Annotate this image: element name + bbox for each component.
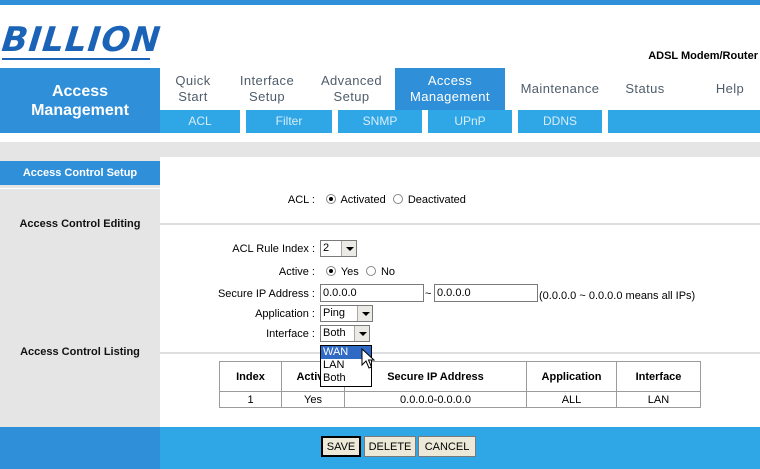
subnav-snmp[interactable]: SNMP xyxy=(338,110,422,133)
active-no-label: No xyxy=(380,266,395,278)
interface-value: Both xyxy=(323,327,346,339)
nav-help[interactable]: Help xyxy=(700,68,760,110)
acl-activated-radio[interactable] xyxy=(326,194,336,204)
subnav-acl[interactable]: ACL xyxy=(160,110,240,133)
left-item-access-control-listing: Access Control Listing xyxy=(20,346,140,358)
chevron-down-icon xyxy=(357,306,372,321)
cancel-button[interactable]: CANCEL xyxy=(418,436,476,457)
acl-activated-label: Activated xyxy=(340,194,386,206)
ip-separator: ~ xyxy=(425,288,432,300)
left-divider xyxy=(0,188,160,189)
interface-label: Interface : xyxy=(266,328,315,340)
cell-application: ALL xyxy=(526,391,617,408)
rule-index-label: ACL Rule Index : xyxy=(232,243,315,255)
subnav-filter[interactable]: Filter xyxy=(246,110,332,133)
model-name: ADSL Modem/Router xyxy=(648,50,758,62)
nav-advanced-setup[interactable]: Advanced Setup xyxy=(308,68,395,110)
col-application: Application xyxy=(526,361,617,392)
application-label: Application : xyxy=(255,308,315,320)
active-radio-group: Yes No xyxy=(326,266,395,278)
col-interface: Interface xyxy=(616,361,701,392)
active-no-radio[interactable] xyxy=(365,266,376,276)
application-value: Ping xyxy=(323,307,346,319)
col-index: Index xyxy=(219,361,282,392)
sub-nav: ACL Filter SNMP UPnP DDNS xyxy=(160,110,760,133)
left-item-access-control-setup[interactable]: Access Control Setup xyxy=(0,161,160,185)
nav-maintenance[interactable]: Maintenance xyxy=(505,68,615,110)
cell-index: 1 xyxy=(219,391,282,408)
acl-deactivated-label: Deactivated xyxy=(407,194,466,206)
cell-active: Yes xyxy=(281,391,345,408)
chevron-down-icon xyxy=(354,326,369,341)
acl-listing-table: Index Active Secure IP Address Applicati… xyxy=(219,361,701,408)
top-accent-line xyxy=(0,0,760,5)
section-title: Access Management xyxy=(0,68,160,133)
active-label: Active : xyxy=(278,266,315,278)
main-nav: Quick Start Interface Setup Advanced Set… xyxy=(160,68,760,110)
ip-start-input[interactable]: 0.0.0.0 xyxy=(320,284,424,302)
save-button[interactable]: SAVE xyxy=(321,436,361,457)
nav-access-management[interactable]: Access Management xyxy=(395,68,505,110)
secure-ip-label: Secure IP Address : xyxy=(217,288,315,300)
dropdown-option-both[interactable]: Both xyxy=(321,372,371,385)
nav-interface-setup[interactable]: Interface Setup xyxy=(226,68,308,110)
nav-quick-start[interactable]: Quick Start xyxy=(160,68,226,110)
subnav-ddns[interactable]: DDNS xyxy=(518,110,602,133)
section-divider xyxy=(160,223,760,225)
delete-button[interactable]: DELETE xyxy=(364,436,416,457)
table-row: 1 Yes 0.0.0.0-0.0.0.0 ALL LAN xyxy=(219,391,701,408)
section-divider xyxy=(160,352,760,354)
active-yes-radio[interactable] xyxy=(326,266,336,276)
bottom-bar-left xyxy=(0,427,160,469)
cell-secure-ip: 0.0.0.0-0.0.0.0 xyxy=(344,391,527,408)
content-top-band xyxy=(0,142,760,157)
ip-end-input[interactable]: 0.0.0.0 xyxy=(434,284,538,302)
nav-status[interactable]: Status xyxy=(615,68,675,110)
active-yes-label: Yes xyxy=(340,266,359,278)
subnav-separator xyxy=(602,110,608,133)
rule-index-select[interactable]: 2 xyxy=(320,240,357,257)
chevron-down-icon xyxy=(341,241,356,256)
mouse-pointer-icon xyxy=(361,348,375,369)
application-select[interactable]: Ping xyxy=(320,305,373,322)
ip-note: (0.0.0.0 ~ 0.0.0.0 means all IPs) xyxy=(539,290,696,302)
left-panel xyxy=(0,157,160,427)
acl-radio-group: Activated Deactivated xyxy=(326,194,466,206)
interface-select[interactable]: Both xyxy=(320,325,370,342)
cell-interface: LAN xyxy=(616,391,701,408)
acl-deactivated-radio[interactable] xyxy=(392,194,403,204)
rule-index-value: 2 xyxy=(323,242,330,254)
left-item-access-control-editing: Access Control Editing xyxy=(19,218,141,230)
acl-label: ACL : xyxy=(287,194,315,206)
subnav-upnp[interactable]: UPnP xyxy=(428,110,512,133)
logo-underline xyxy=(2,58,150,60)
table-header-row: Index Active Secure IP Address Applicati… xyxy=(219,361,701,392)
brand-logo: BILLION xyxy=(0,20,164,60)
